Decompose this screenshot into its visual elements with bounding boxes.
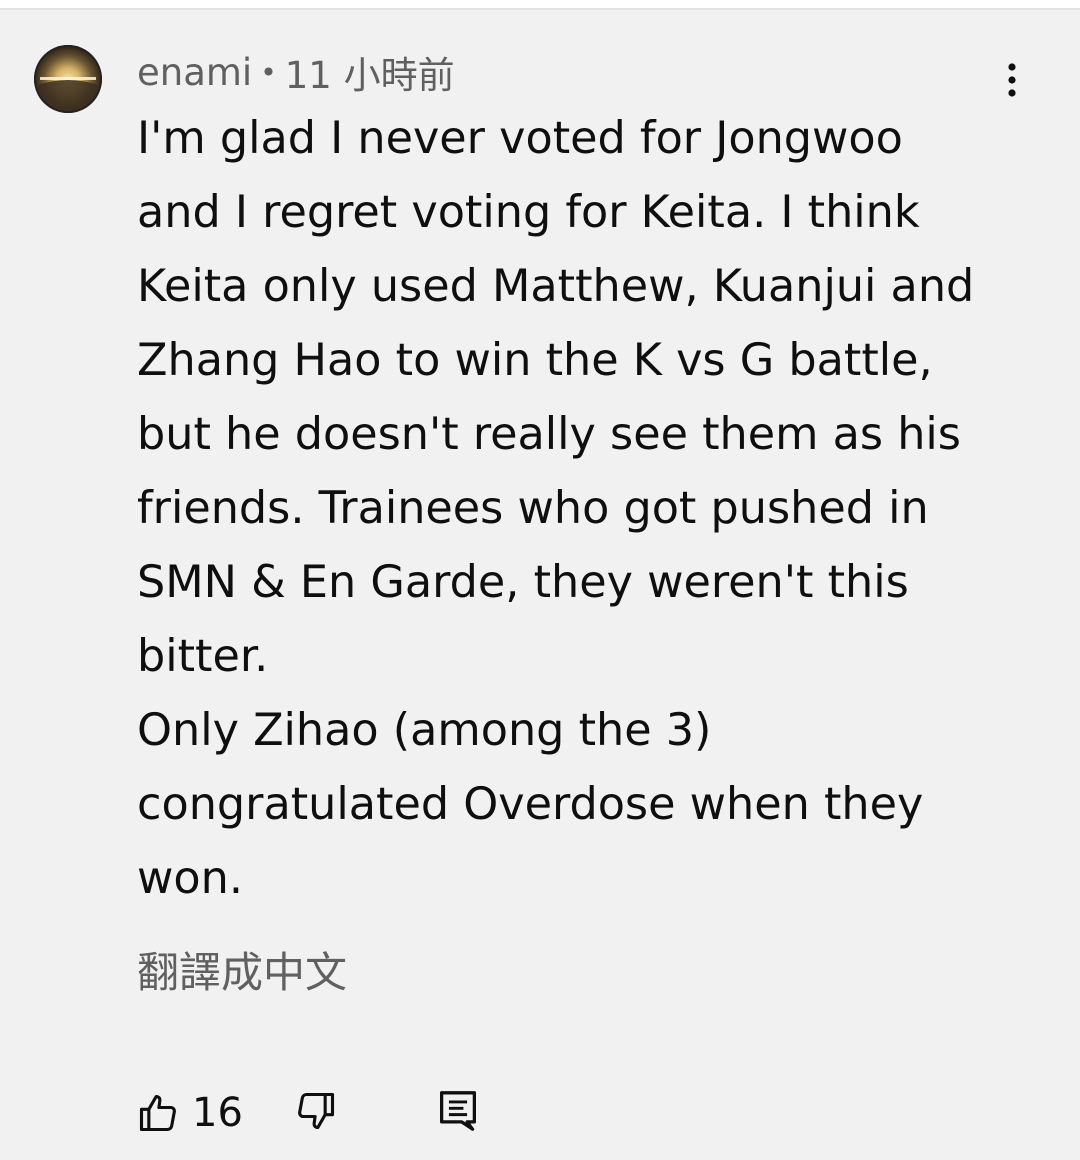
comment-text-line: Only Zihao (among the 3) [137,705,712,756]
like-button[interactable]: 16 [130,1085,243,1141]
comment-text-line: Keita only used Matthew, Kuanjui and [137,261,975,312]
reply-button[interactable] [430,1085,486,1141]
comment-text-line: and I regret voting for Keita. I think [137,187,920,238]
thumb-up-icon [130,1085,186,1141]
comment-text-line: won. [137,853,243,904]
author-name[interactable]: enami [137,51,252,94]
comment-header: enami • 11 小時前 [137,45,455,99]
comment-text-line: friends. Trainees who got pushed in [137,483,929,534]
comment-text-line: SMN & En Garde, they weren't this [137,557,909,608]
avatar-image [34,45,102,113]
thumb-down-icon [294,1089,338,1137]
translate-button[interactable]: 翻譯成中文 [137,945,347,1001]
meta-separator: • [260,55,277,89]
comment-text-line: Zhang Hao to win the K vs G battle, [137,335,933,386]
reply-comment-icon [438,1089,478,1137]
like-count: 16 [192,1090,243,1136]
comment-timestamp[interactable]: 11 小時前 [285,45,455,99]
comment-text-line: but he doesn't really see them as his [137,409,961,460]
comment-thread-item: enami • 11 小時前 I'm glad I never voted fo… [0,10,1080,1160]
avatar[interactable] [34,45,102,113]
more-vert-icon[interactable] [992,58,1032,102]
comment-action-bar: 16 [0,1085,1080,1145]
comment-text-line: bitter. [137,631,269,682]
dislike-button[interactable] [288,1085,344,1141]
top-divider [0,0,1080,10]
comment-text: I'm glad I never voted for Jongwoo and I… [137,102,1037,916]
comment-text-line: congratulated Overdose when they [137,779,924,830]
comment-text-line: I'm glad I never voted for Jongwoo [137,113,903,164]
